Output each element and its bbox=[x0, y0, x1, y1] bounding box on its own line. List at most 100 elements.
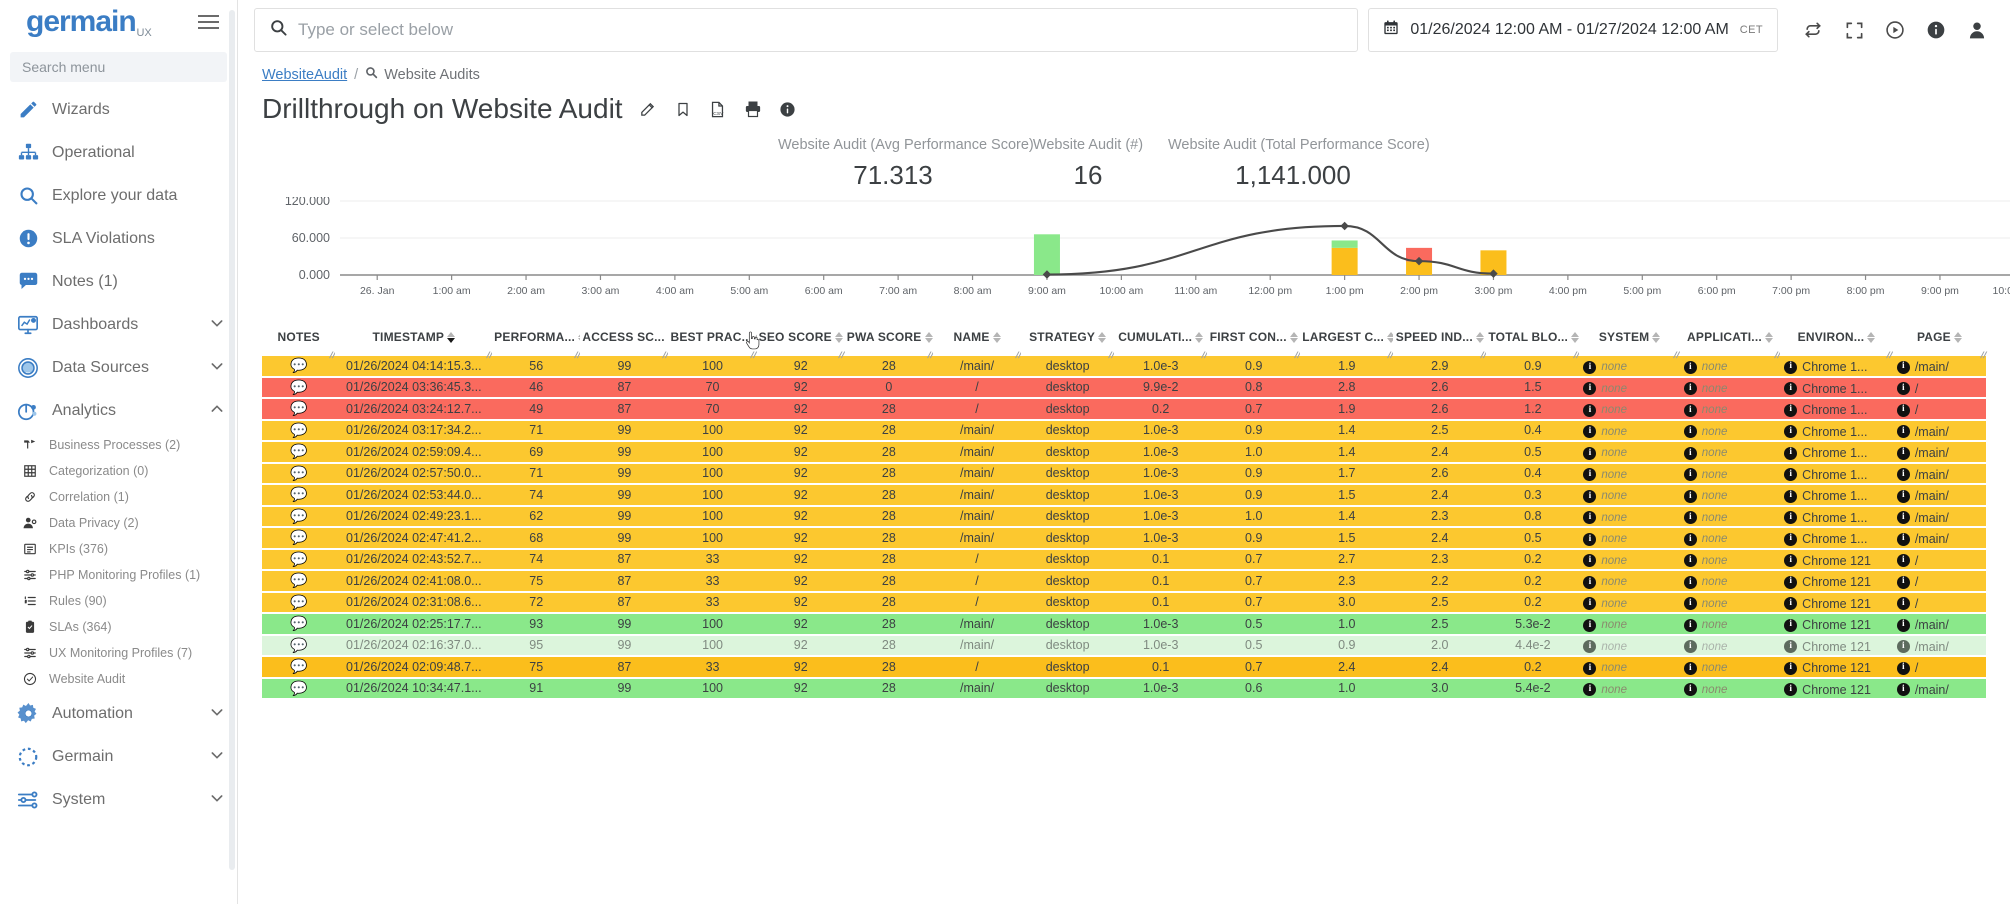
sidebar-subitem-categorization[interactable]: Categorization (0) bbox=[0, 458, 237, 484]
sort-arrows-icon[interactable] bbox=[1290, 332, 1298, 343]
chart-bar-orange-segment[interactable] bbox=[1332, 248, 1358, 275]
info-icon[interactable]: i bbox=[1784, 511, 1797, 524]
comment-icon[interactable]: 💬 bbox=[290, 379, 307, 396]
info-icon[interactable]: i bbox=[1897, 382, 1910, 395]
info-icon[interactable]: i bbox=[1784, 425, 1797, 438]
sort-arrows-icon[interactable] bbox=[1867, 332, 1875, 343]
table-row[interactable]: 💬01/26/2024 10:34:47.1...91991009228/mai… bbox=[262, 678, 1986, 700]
table-row[interactable]: 💬01/26/2024 02:57:50.0...71991009228/mai… bbox=[262, 463, 1986, 485]
info-icon[interactable]: i bbox=[1583, 490, 1596, 503]
info-icon[interactable]: i bbox=[1583, 382, 1596, 395]
info-icon[interactable]: i bbox=[1684, 382, 1697, 395]
column-header-access_score[interactable]: ACCESS SC...// bbox=[580, 322, 668, 355]
chevron-down-icon[interactable] bbox=[209, 358, 225, 377]
column-header-name[interactable]: NAME// bbox=[933, 322, 1021, 355]
info-icon[interactable]: i bbox=[1583, 447, 1596, 460]
column-header-timestamp[interactable]: TIMESTAMP// bbox=[335, 322, 492, 355]
column-header-pwa_score[interactable]: PWA SCORE// bbox=[845, 322, 933, 355]
fullscreen-icon[interactable] bbox=[1843, 19, 1865, 41]
info-icon[interactable]: i bbox=[1583, 683, 1596, 696]
global-search-input[interactable]: Type or select below bbox=[254, 8, 1358, 52]
table-row[interactable]: 💬01/26/2024 02:43:52.7...7487339228/desk… bbox=[262, 549, 1986, 571]
table-row[interactable]: 💬01/26/2024 02:53:44.0...74991009228/mai… bbox=[262, 484, 1986, 506]
column-header-seo_score[interactable]: SEO SCORE// bbox=[757, 322, 845, 355]
refresh-icon[interactable] bbox=[1802, 19, 1824, 41]
sidebar-subitem-php-monitoring-profiles[interactable]: PHP Monitoring Profiles (1) bbox=[0, 562, 237, 588]
sidebar-search-input[interactable]: Search menu bbox=[10, 52, 227, 82]
sidebar-item-germain[interactable]: Germain bbox=[0, 735, 237, 778]
sidebar-subitem-kpis[interactable]: KPIs (376) bbox=[0, 536, 237, 562]
chart-bar-green-segment[interactable] bbox=[1034, 234, 1060, 275]
info-icon[interactable]: i bbox=[1583, 361, 1596, 374]
info-icon[interactable]: i bbox=[1784, 662, 1797, 675]
sidebar-item-dashboards[interactable]: Dashboards bbox=[0, 303, 237, 346]
sidebar-item-notes[interactable]: Notes (1) bbox=[0, 260, 237, 303]
info-icon[interactable]: i bbox=[1684, 361, 1697, 374]
sidebar-subitem-correlation[interactable]: Correlation (1) bbox=[0, 484, 237, 510]
info-icon[interactable]: i bbox=[1583, 404, 1596, 417]
info-icon[interactable]: i bbox=[1784, 533, 1797, 546]
table-row[interactable]: 💬01/26/2024 03:24:12.7...4987709228/desk… bbox=[262, 398, 1986, 420]
bookmark-icon[interactable] bbox=[673, 99, 693, 119]
comment-icon[interactable]: 💬 bbox=[290, 594, 307, 611]
info-icon[interactable]: i bbox=[1897, 490, 1910, 503]
info-icon[interactable]: i bbox=[1784, 554, 1797, 567]
sidebar-item-operational[interactable]: Operational bbox=[0, 131, 237, 174]
table-row[interactable]: 💬01/26/2024 02:31:08.6...7287339228/desk… bbox=[262, 592, 1986, 614]
sidebar-item-analytics[interactable]: Analytics bbox=[0, 389, 237, 432]
table-row[interactable]: 💬01/26/2024 03:17:34.2...71991009228/mai… bbox=[262, 420, 1986, 442]
sort-arrows-icon[interactable] bbox=[835, 332, 843, 343]
user-icon[interactable] bbox=[1966, 19, 1988, 41]
comment-icon[interactable]: 💬 bbox=[290, 658, 307, 675]
info-icon[interactable]: i bbox=[1684, 619, 1697, 632]
info-icon[interactable]: i bbox=[1897, 640, 1910, 653]
sort-arrows-icon[interactable] bbox=[1476, 332, 1484, 343]
info-icon[interactable]: i bbox=[1583, 619, 1596, 632]
comment-icon[interactable]: 💬 bbox=[290, 443, 307, 460]
info-icon[interactable]: i bbox=[1583, 468, 1596, 481]
info-icon[interactable]: i bbox=[1784, 490, 1797, 503]
info-icon[interactable]: i bbox=[1784, 597, 1797, 610]
info-icon[interactable] bbox=[1925, 19, 1947, 41]
comment-icon[interactable]: 💬 bbox=[290, 572, 307, 589]
table-row[interactable]: 💬01/26/2024 04:14:15.3...56991009228/mai… bbox=[262, 355, 1986, 377]
info-icon[interactable] bbox=[778, 99, 798, 119]
sidebar-subitem-ux-monitoring-profiles[interactable]: UX Monitoring Profiles (7) bbox=[0, 640, 237, 666]
column-header-system[interactable]: SYSTEM// bbox=[1579, 322, 1679, 355]
edit-icon[interactable] bbox=[638, 99, 658, 119]
sidebar-subitem-data-privacy[interactable]: Data Privacy (2) bbox=[0, 510, 237, 536]
sidebar-item-wizards[interactable]: Wizards bbox=[0, 88, 237, 131]
chart-line-marker[interactable] bbox=[1340, 222, 1348, 230]
info-icon[interactable]: i bbox=[1897, 425, 1910, 438]
play-icon[interactable] bbox=[1884, 19, 1906, 41]
table-row[interactable]: 💬01/26/2024 03:36:45.3...468770920/deskt… bbox=[262, 377, 1986, 399]
info-icon[interactable]: i bbox=[1897, 468, 1910, 481]
comment-icon[interactable]: 💬 bbox=[290, 529, 307, 546]
info-icon[interactable]: i bbox=[1897, 511, 1910, 524]
info-icon[interactable]: i bbox=[1684, 490, 1697, 503]
sort-arrows-icon[interactable] bbox=[925, 332, 933, 343]
column-header-speed_index[interactable]: SPEED IND...// bbox=[1393, 322, 1486, 355]
info-icon[interactable]: i bbox=[1583, 511, 1596, 524]
sidebar-item-system[interactable]: System bbox=[0, 778, 237, 821]
info-icon[interactable]: i bbox=[1784, 619, 1797, 632]
info-icon[interactable]: i bbox=[1897, 361, 1910, 374]
table-row[interactable]: 💬01/26/2024 02:25:17.7...93991009228/mai… bbox=[262, 613, 1986, 635]
info-icon[interactable]: i bbox=[1684, 597, 1697, 610]
info-icon[interactable]: i bbox=[1784, 683, 1797, 696]
sidebar-item-automation[interactable]: Automation bbox=[0, 692, 237, 735]
logo[interactable]: germain UX bbox=[26, 7, 136, 37]
info-icon[interactable]: i bbox=[1684, 576, 1697, 589]
hamburger-menu-icon[interactable] bbox=[194, 11, 223, 33]
chevron-down-icon[interactable] bbox=[209, 704, 225, 723]
sidebar-item-explore-your-data[interactable]: Explore your data bbox=[0, 174, 237, 217]
breadcrumb-root-link[interactable]: WebsiteAudit bbox=[262, 67, 347, 83]
comment-icon[interactable]: 💬 bbox=[290, 465, 307, 482]
date-range-picker[interactable]: 01/26/2024 12:00 AM - 01/27/2024 12:00 A… bbox=[1368, 8, 1778, 52]
table-row[interactable]: 💬01/26/2024 02:47:41.2...68991009228/mai… bbox=[262, 527, 1986, 549]
column-header-total_blocking[interactable]: TOTAL BLO...// bbox=[1486, 322, 1579, 355]
info-icon[interactable]: i bbox=[1583, 662, 1596, 675]
table-row[interactable]: 💬01/26/2024 02:49:23.1...62991009228/mai… bbox=[262, 506, 1986, 528]
comment-icon[interactable]: 💬 bbox=[290, 615, 307, 632]
comment-icon[interactable]: 💬 bbox=[290, 637, 307, 654]
